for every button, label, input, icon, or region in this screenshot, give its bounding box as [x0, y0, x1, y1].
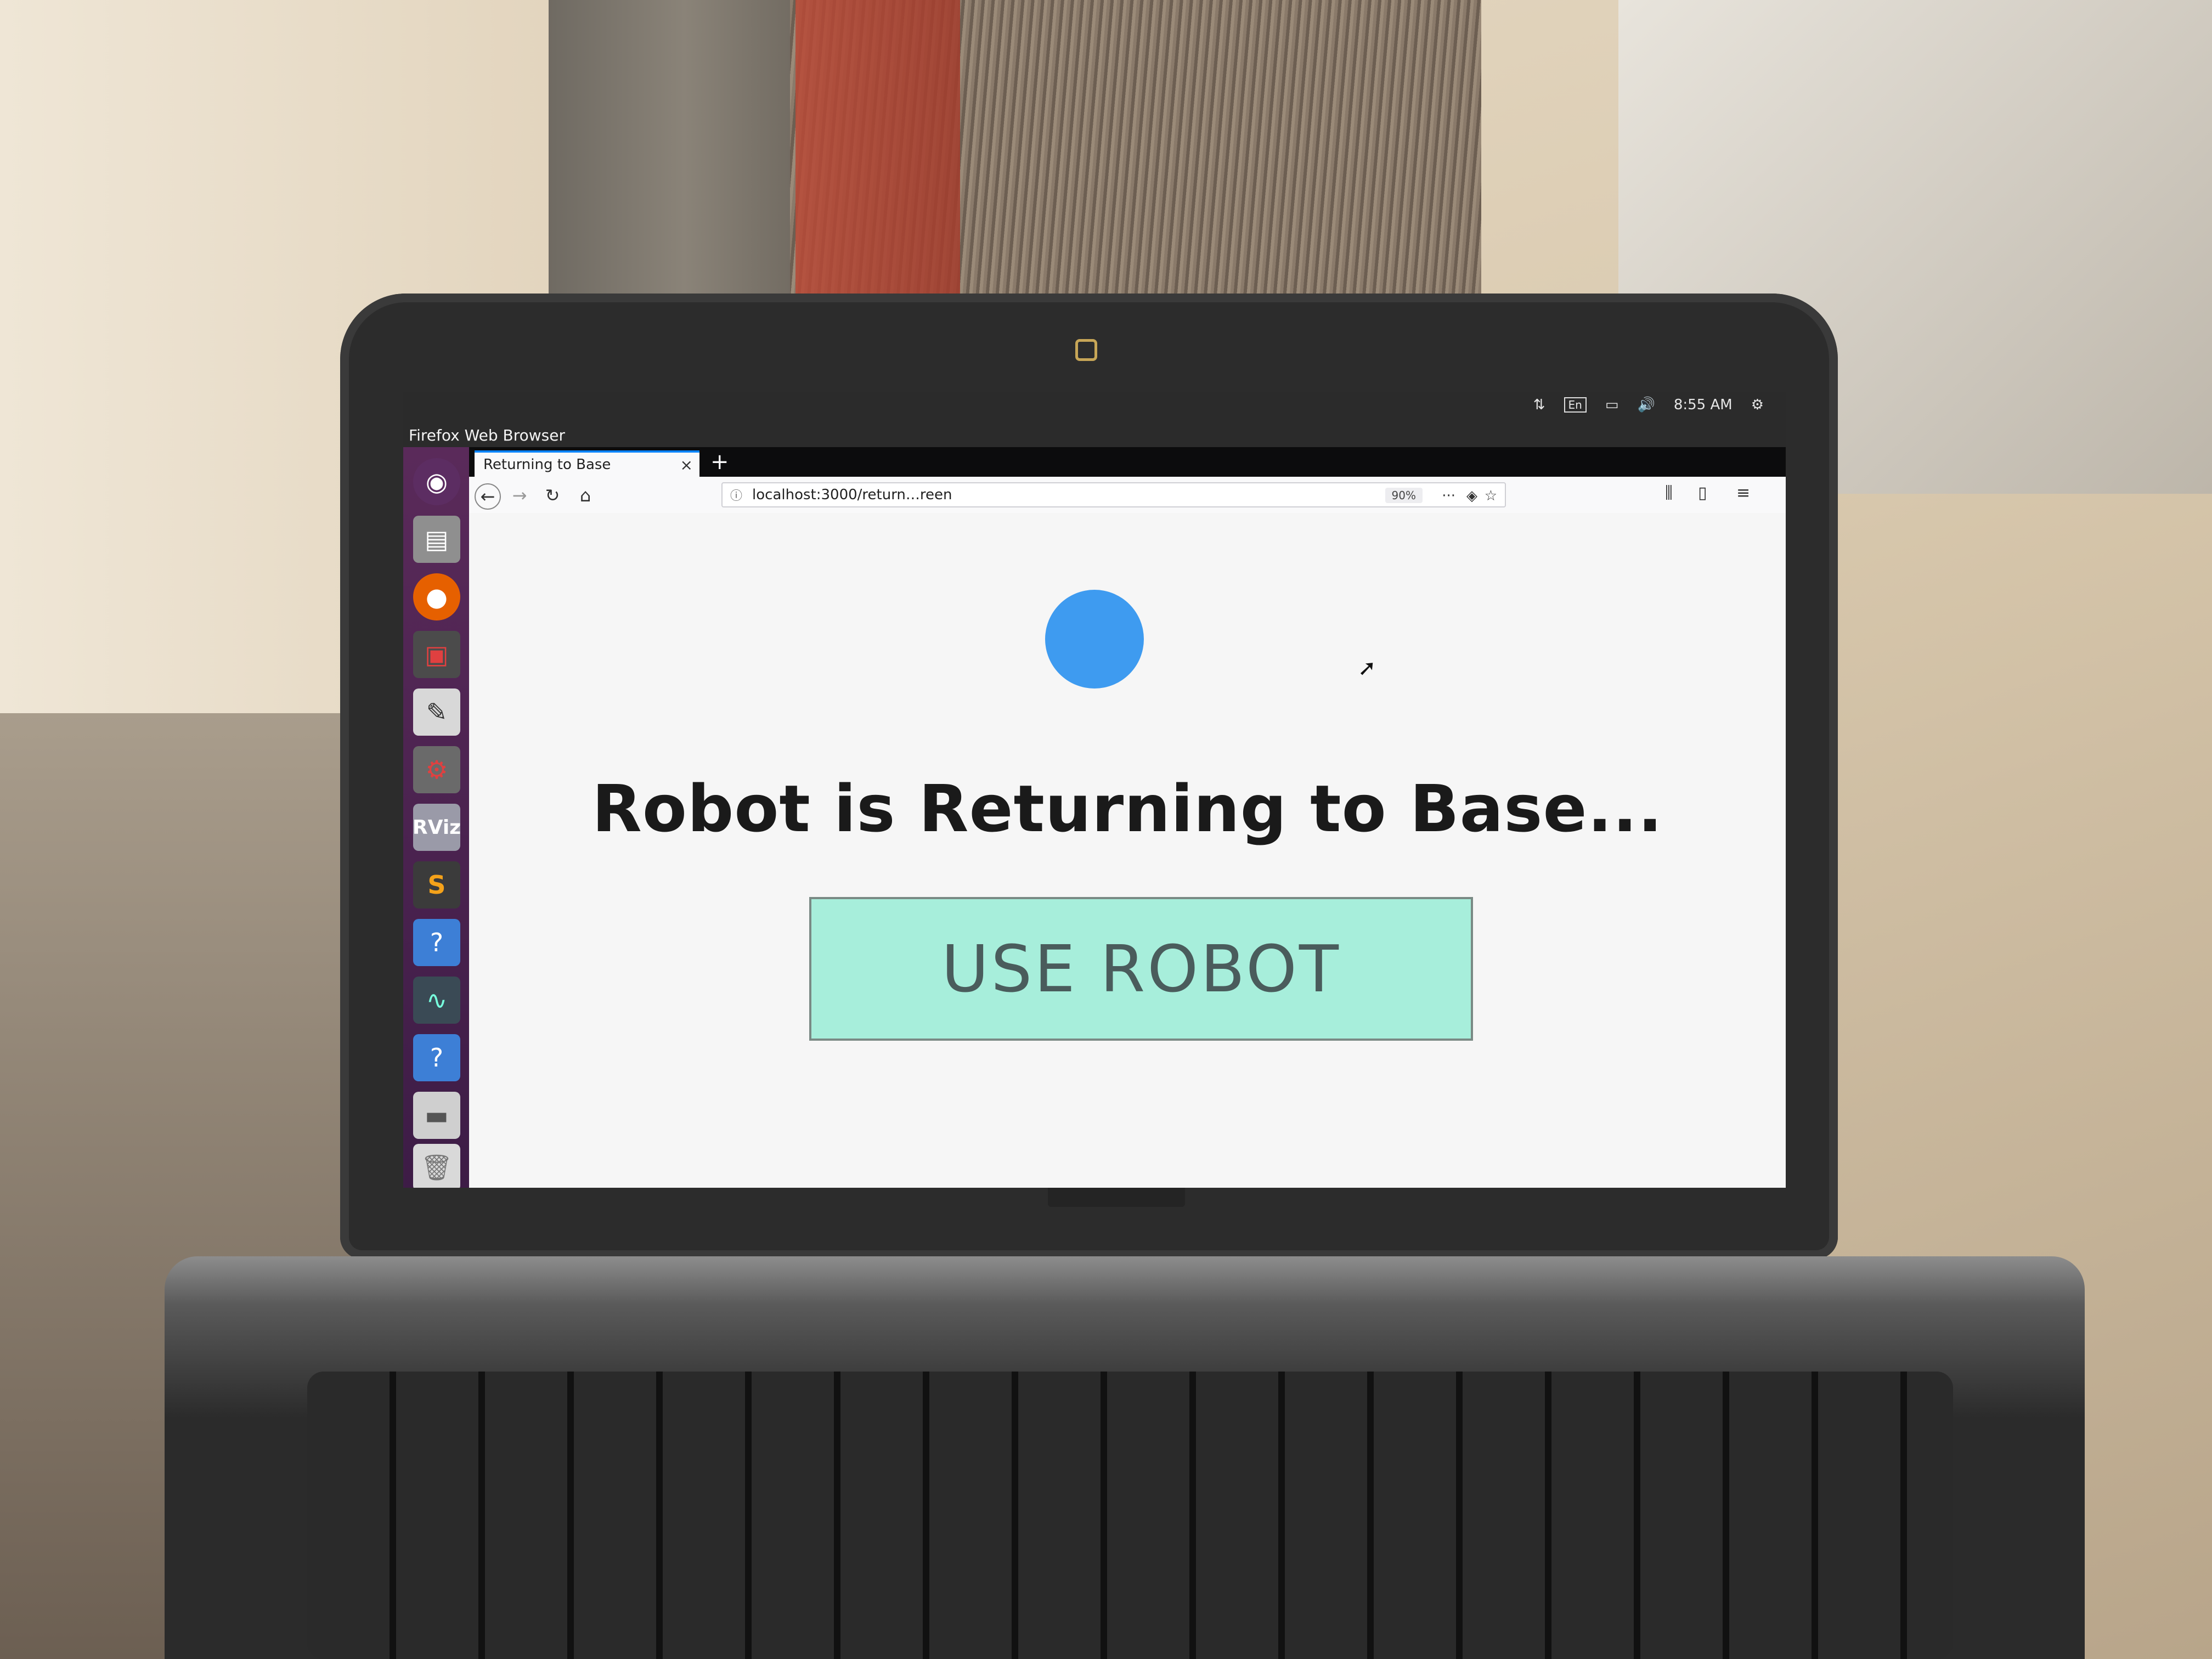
trash-icon[interactable]: 🗑: [413, 1144, 460, 1188]
menu-button[interactable]: ≡: [1736, 483, 1750, 503]
text-editor-icon[interactable]: ✎: [413, 689, 460, 736]
system-monitor-icon[interactable]: ∿: [413, 977, 460, 1024]
tab-returning-to-base[interactable]: Returning to Base ×: [475, 450, 699, 477]
page-content: ➚ Robot is Returning to Base... USE ROBO…: [469, 513, 1786, 1188]
help-icon[interactable]: ?: [413, 1034, 460, 1081]
home-button[interactable]: ⌂: [573, 483, 597, 507]
laptop-keyboard: [307, 1372, 1953, 1659]
arrow-left-icon: ←: [480, 486, 495, 507]
new-tab-button[interactable]: +: [710, 449, 729, 475]
laptop-brand-plate: [1048, 1185, 1185, 1207]
ubuntu-top-panel: ⇅ En ▭ 🔊 8:55 AM ⚙: [403, 392, 1786, 425]
keyboard-layout-indicator[interactable]: En: [1564, 397, 1587, 413]
system-tray: ⇅ En ▭ 🔊 8:55 AM ⚙: [1533, 397, 1764, 413]
home-icon: ⌂: [579, 485, 591, 506]
tab-title: Returning to Base: [483, 456, 611, 473]
status-title: Robot is Returning to Base...: [591, 771, 1663, 847]
laptop-screen: ⇅ En ▭ 🔊 8:55 AM ⚙ Firefox Web Browser ◉…: [403, 392, 1786, 1188]
info-icon[interactable]: ⓘ: [730, 486, 742, 504]
url-bar[interactable]: ⓘ localhost:3000/return…reen 90% ··· ◈ ☆: [721, 482, 1506, 507]
page-actions-button[interactable]: ···: [1442, 488, 1455, 504]
battery-icon[interactable]: ▭: [1605, 397, 1619, 413]
url-text: localhost:3000/return…reen: [752, 487, 952, 503]
drive-icon[interactable]: ▬: [413, 1092, 460, 1139]
rviz-icon[interactable]: RViz: [413, 804, 461, 851]
bookmark-star-icon[interactable]: ☆: [1485, 488, 1497, 504]
zoom-indicator[interactable]: 90%: [1385, 488, 1423, 503]
app-title: Firefox Web Browser: [409, 426, 565, 444]
sublime-text-icon[interactable]: S: [413, 861, 460, 909]
library-icon[interactable]: ⫼: [1665, 483, 1673, 503]
clock[interactable]: 8:55 AM: [1674, 397, 1733, 413]
reload-button[interactable]: ↻: [540, 483, 565, 507]
firefox-icon[interactable]: ●: [413, 573, 460, 620]
arrow-right-icon: →: [512, 485, 527, 506]
window-title-bar: Firefox Web Browser: [403, 425, 1786, 447]
loading-spinner: [1045, 590, 1144, 689]
files-icon[interactable]: ▤: [413, 516, 460, 563]
network-icon[interactable]: ⇅: [1533, 397, 1545, 413]
gear-icon[interactable]: ⚙: [1751, 397, 1764, 413]
webcam: [1075, 339, 1097, 361]
ubuntu-dash-icon[interactable]: ◉: [413, 458, 460, 505]
volume-icon[interactable]: 🔊: [1637, 397, 1655, 413]
unity-launcher: ◉ ▤ ● ▣ ✎ ⚙ RViz S ? ∿ ? ▬ 🗑: [403, 447, 469, 1188]
mouse-cursor-icon: ➚: [1358, 656, 1376, 681]
navigation-toolbar: ← → ↻ ⌂ ⓘ localhost:3000/return…reen 90%…: [469, 477, 1786, 514]
back-button[interactable]: ←: [475, 483, 501, 510]
sidebar-icon[interactable]: ▯: [1698, 483, 1707, 503]
close-icon[interactable]: ×: [680, 456, 693, 474]
use-robot-button[interactable]: USE ROBOT: [809, 897, 1473, 1041]
pocket-icon[interactable]: ◈: [1466, 488, 1477, 504]
settings-icon[interactable]: ⚙: [413, 746, 460, 793]
help-icon[interactable]: ?: [413, 919, 460, 966]
reload-icon: ↻: [545, 485, 560, 506]
forward-button[interactable]: →: [507, 483, 532, 507]
terminal-icon[interactable]: ▣: [413, 631, 460, 678]
tab-strip: Returning to Base × +: [469, 447, 1786, 477]
firefox-window: Returning to Base × + ← → ↻ ⌂ ⓘ localhos…: [469, 447, 1786, 1188]
background-carpet-stripe: [795, 0, 960, 307]
